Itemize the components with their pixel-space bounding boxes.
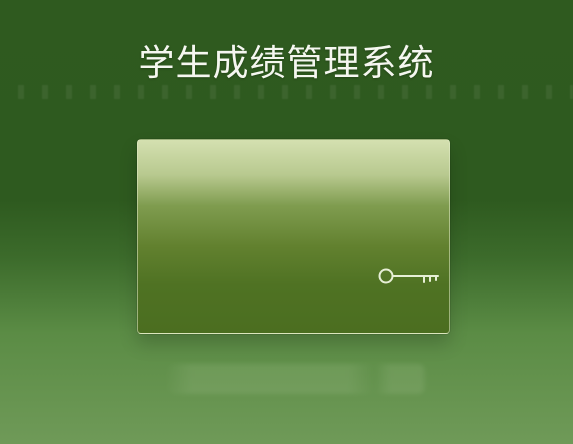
panel-reflection — [165, 364, 427, 394]
login-panel — [137, 139, 450, 334]
page-title: 学生成绩管理系统 — [138, 43, 435, 84]
key-icon[interactable] — [378, 266, 440, 286]
decorative-faint-text-row — [0, 85, 573, 99]
